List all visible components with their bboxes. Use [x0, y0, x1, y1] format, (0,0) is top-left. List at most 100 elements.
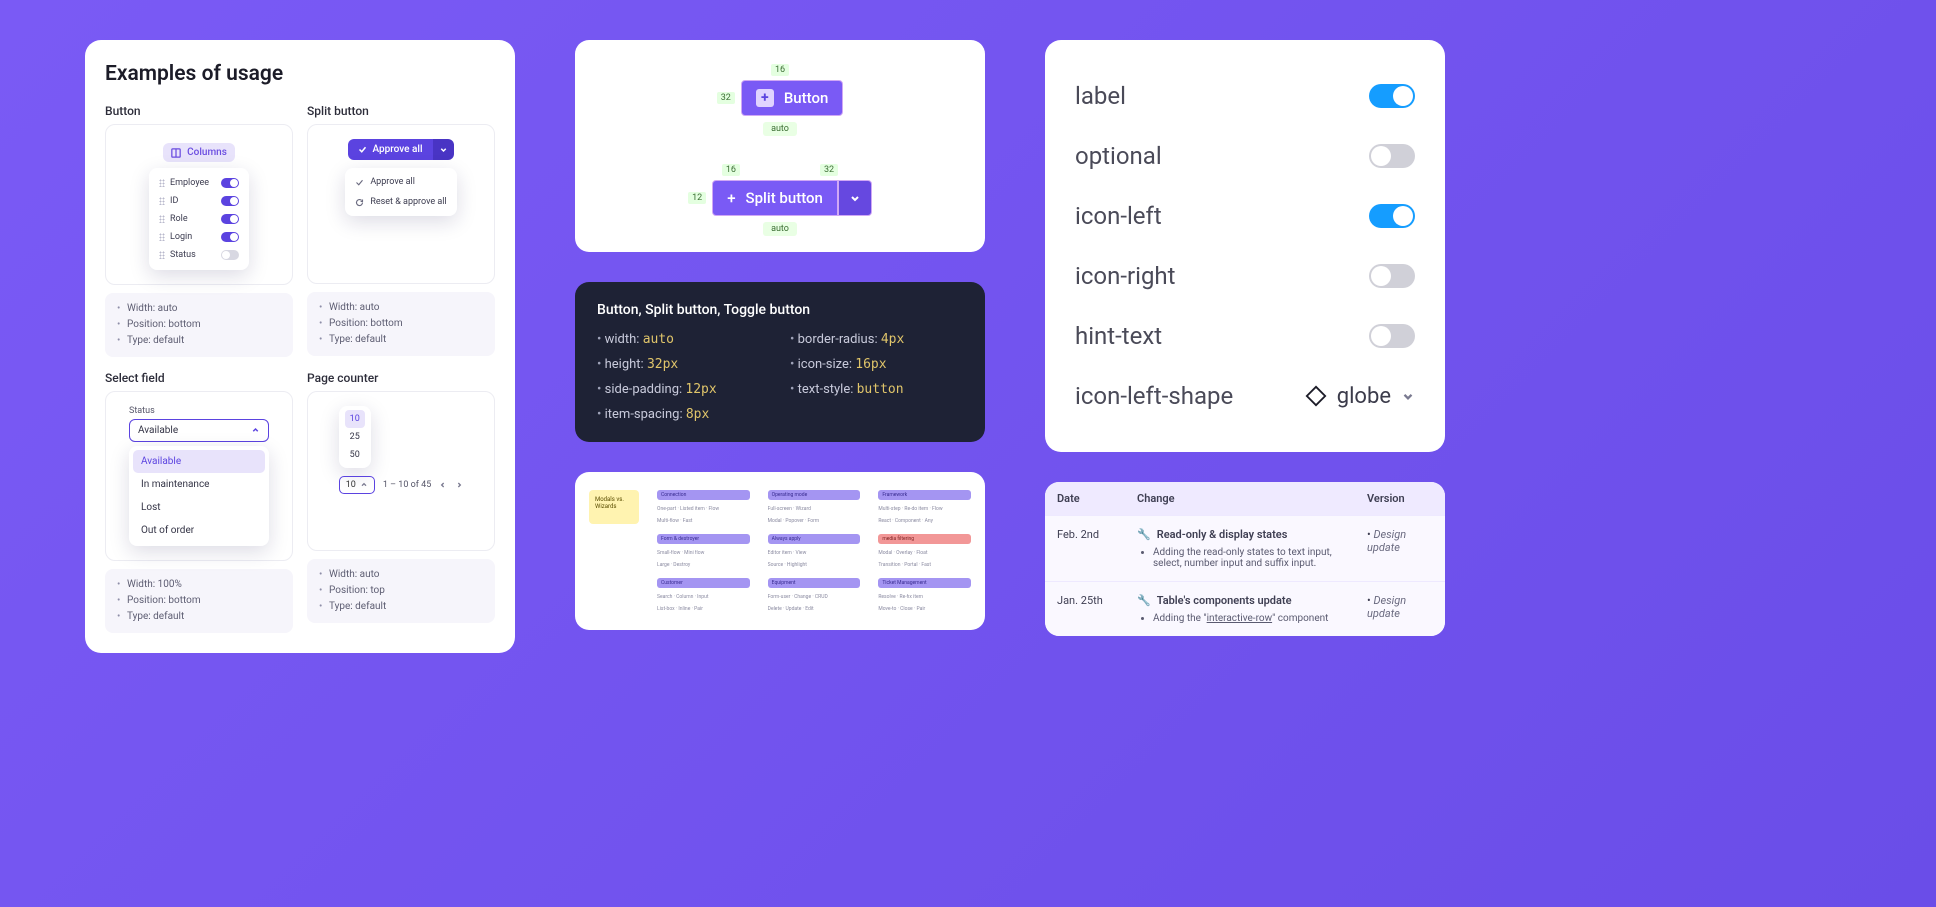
- demo-split-button[interactable]: + Split button: [712, 180, 838, 216]
- column-row[interactable]: Status: [157, 246, 241, 264]
- toggle[interactable]: [221, 196, 239, 206]
- changelog-title: 🔧 Read-only & display states: [1137, 528, 1343, 541]
- page-range: 1 – 10 of 45: [383, 480, 431, 490]
- prop-optional-label: optional: [1075, 142, 1162, 170]
- overview-line: Editor item · View: [768, 550, 861, 556]
- changelog-header: Date Change Version: [1045, 482, 1445, 515]
- example-props: Width: auto Position: top Type: default: [307, 559, 495, 623]
- measure-top: 16: [722, 164, 740, 176]
- page-size-option[interactable]: 25: [345, 428, 365, 446]
- status-select[interactable]: Available: [129, 419, 269, 442]
- measure-top: 32: [820, 164, 838, 176]
- sparkle-icon: 🔧: [1137, 528, 1151, 541]
- chevron-right-icon[interactable]: [455, 481, 463, 489]
- demo-button[interactable]: + Button: [741, 80, 844, 116]
- prop-optional-toggle[interactable]: [1369, 144, 1415, 168]
- select-option[interactable]: Out of order: [133, 519, 265, 542]
- menu-item-approve[interactable]: Approve all: [351, 172, 450, 192]
- grip-icon: [159, 215, 165, 223]
- column-row[interactable]: Role: [157, 210, 241, 228]
- check-icon: [355, 178, 364, 187]
- changelog-row: Jan. 25th🔧 Table's components updateAddi…: [1045, 581, 1445, 636]
- select-option[interactable]: Lost: [133, 496, 265, 519]
- overview-heading: Connection: [657, 490, 750, 500]
- refresh-icon: [355, 198, 364, 207]
- plus-icon: +: [756, 89, 774, 107]
- grip-icon: [159, 233, 165, 241]
- auto-chip: auto: [763, 122, 797, 136]
- spec-title: Button, Split button, Toggle button: [597, 302, 963, 318]
- prop-hint-text-toggle[interactable]: [1369, 324, 1415, 348]
- changelog-link[interactable]: interactive-row: [1207, 613, 1272, 624]
- overview-line: Modal · Overlay · Float: [878, 550, 971, 556]
- split-dropdown-button[interactable]: [433, 139, 454, 160]
- chevron-up-icon: [360, 481, 368, 489]
- changelog-item: Adding the "interactive-row" component: [1153, 613, 1343, 624]
- overview-heading: Framework: [878, 490, 971, 500]
- prop-icon-right-toggle[interactable]: [1369, 264, 1415, 288]
- sparkle-icon: 🔧: [1137, 594, 1151, 607]
- spec-card: 16 32 + Button auto 16 32 12 +: [575, 40, 985, 252]
- chevron-up-icon: [251, 426, 260, 435]
- select-label: Status: [129, 406, 269, 416]
- overview-heading: Operating mode: [768, 490, 861, 500]
- column-row[interactable]: ID: [157, 192, 241, 210]
- changelog-item: Adding the read-only states to text inpu…: [1153, 547, 1343, 569]
- plus-icon: +: [727, 189, 735, 207]
- menu-item-reset[interactable]: Reset & approve all: [351, 192, 450, 212]
- auto-chip: auto: [763, 222, 797, 236]
- example-pagecounter-label: Page counter: [307, 371, 495, 385]
- changelog-date: Feb. 2nd: [1045, 516, 1125, 581]
- changelog-row: Feb. 2nd 🔧 Read-only & display states Addi…: [1045, 515, 1445, 581]
- demo-split-dropdown[interactable]: [838, 180, 872, 216]
- toggle[interactable]: [221, 232, 239, 242]
- columns-chip[interactable]: Columns: [163, 143, 235, 162]
- measure-left: 32: [717, 92, 735, 104]
- column-row[interactable]: Login: [157, 228, 241, 246]
- overview-line: Form-user · Change · CRUD: [768, 594, 861, 600]
- changelog-date: Jan. 25th: [1045, 582, 1125, 636]
- overview-line: Full-screen · Wizard: [768, 506, 861, 512]
- example-button-label: Button: [105, 104, 293, 118]
- prop-label-toggle[interactable]: [1369, 84, 1415, 108]
- chevron-left-icon[interactable]: [439, 481, 447, 489]
- prop-hint-text-label: hint-text: [1075, 322, 1162, 350]
- overview-line: Search · Column · Input: [657, 594, 750, 600]
- select-option[interactable]: Available: [133, 450, 265, 473]
- examples-card: Examples of usage Button Columns Employe…: [85, 40, 515, 653]
- grip-icon: [159, 251, 165, 259]
- overview-line: Move-to · Close · Pair: [878, 606, 971, 612]
- shape-select[interactable]: globe: [1305, 384, 1415, 409]
- page-size-option[interactable]: 10: [345, 410, 365, 428]
- prop-icon-right-label: icon-right: [1075, 262, 1176, 290]
- overview-line: Multi-flow · Fast: [657, 518, 750, 524]
- columns-icon: [171, 148, 181, 158]
- select-option[interactable]: In maintenance: [133, 473, 265, 496]
- overview-line: Multi-step · Re-do item · Flow: [878, 506, 971, 512]
- overview-column: media filtering Modal · Overlay · Float Tr…: [878, 534, 971, 568]
- page-size-select[interactable]: 10: [339, 476, 375, 494]
- toggle[interactable]: [221, 214, 239, 224]
- overview-line: Source · Highlight: [768, 562, 861, 568]
- changelog-card: Date Change Version Feb. 2nd 🔧 Read-only …: [1045, 482, 1445, 636]
- example-split-label: Split button: [307, 104, 495, 118]
- toggle[interactable]: [221, 250, 239, 260]
- toggle[interactable]: [221, 178, 239, 188]
- overview-line: One-part · Listed item · Flow: [657, 506, 750, 512]
- overview-heading: media filtering: [878, 534, 971, 544]
- grip-icon: [159, 179, 165, 187]
- prop-shape-label: icon-left-shape: [1075, 382, 1233, 410]
- overview-line: Resolve · Re-fix item: [878, 594, 971, 600]
- overview-line: Small-flow · Mini flow: [657, 550, 750, 556]
- page-size-option[interactable]: 50: [345, 446, 365, 464]
- prop-icon-left-label: icon-left: [1075, 202, 1162, 230]
- overview-card: Modals vs. WizardsConnectionOne-part · L…: [575, 472, 985, 630]
- column-row[interactable]: Employee: [157, 174, 241, 192]
- approve-all-button[interactable]: Approve all: [348, 139, 432, 160]
- grip-icon: [159, 197, 165, 205]
- overview-heading: Always apply: [768, 534, 861, 544]
- overview-line: Transition · Portal · Fast: [878, 562, 971, 568]
- prop-icon-left-toggle[interactable]: [1369, 204, 1415, 228]
- measure-top: 16: [771, 64, 789, 76]
- overview-column: EquipmentForm-user · Change · CRUDDelete…: [768, 578, 861, 612]
